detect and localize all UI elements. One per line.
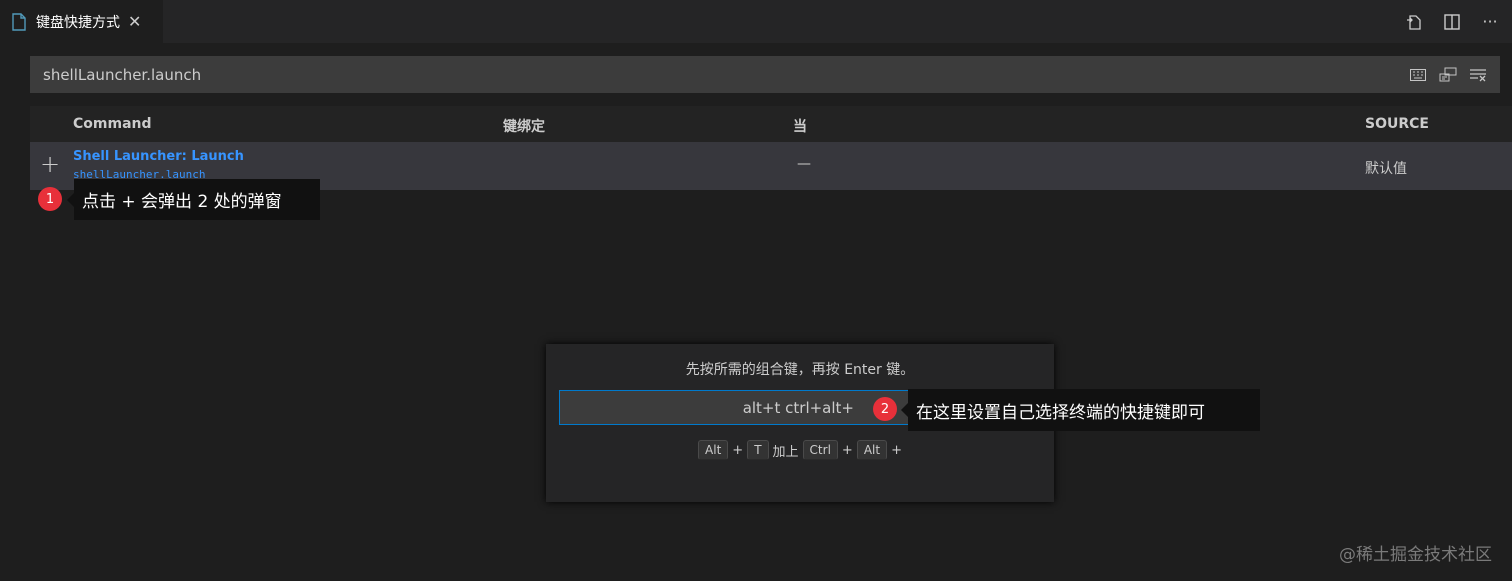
annotation-badge-1: 1 (38, 187, 62, 211)
editor-tab-bar: 键盘快捷方式 ✕ ··· (0, 0, 1512, 43)
key-cap: T (747, 440, 769, 460)
chord-separator: 加上 (772, 444, 799, 460)
keybindings-search (30, 56, 1500, 93)
search-tools (1409, 57, 1487, 92)
table-header: Command 键绑定 当 SOURCE (30, 106, 1512, 142)
column-when[interactable]: 当 (793, 116, 807, 136)
file-icon (12, 12, 28, 31)
tab-label: 键盘快捷方式 (36, 14, 120, 31)
tab-keyboard-shortcuts[interactable]: 键盘快捷方式 ✕ (0, 0, 163, 43)
more-actions-icon[interactable]: ··· (1480, 12, 1500, 32)
sort-by-precedence-icon[interactable] (1439, 66, 1457, 84)
key-plus: + (841, 442, 853, 458)
search-input[interactable] (31, 57, 1391, 92)
source-value: 默认值 (1365, 161, 1407, 177)
key-preview: Alt + T 加上 Ctrl + Alt + (546, 440, 1054, 460)
watermark: @稀土掘金技术社区 (1339, 545, 1492, 565)
column-keybinding[interactable]: 键绑定 (503, 116, 545, 136)
key-cap: Alt (856, 440, 888, 460)
key-plus: + (732, 442, 744, 458)
annotation-callout-1: 点击 + 会弹出 2 处的弹窗 (67, 179, 320, 220)
key-cap: Ctrl (802, 440, 838, 460)
dialog-message: 先按所需的组合键，再按 Enter 键。 (685, 362, 915, 378)
command-title: Shell Launcher: Launch (73, 149, 244, 164)
when-value: — (797, 156, 811, 172)
column-source[interactable]: SOURCE (1365, 116, 1429, 132)
record-keys-icon[interactable] (1409, 66, 1427, 84)
add-keybinding-icon[interactable]: + (40, 152, 60, 176)
key-plus: + (891, 442, 902, 458)
open-keybindings-json-icon[interactable] (1404, 12, 1424, 32)
split-editor-icon[interactable] (1442, 12, 1462, 32)
annotation-callout-2: 在这里设置自己选择终端的快捷键即可 (901, 389, 1260, 431)
annotation-badge-2: 2 (873, 397, 897, 421)
key-cap: Alt (698, 440, 729, 460)
column-command[interactable]: Command (73, 116, 152, 132)
editor-actions: ··· (1404, 0, 1500, 43)
close-icon[interactable]: ✕ (128, 12, 141, 31)
clear-input-icon[interactable] (1469, 66, 1487, 84)
